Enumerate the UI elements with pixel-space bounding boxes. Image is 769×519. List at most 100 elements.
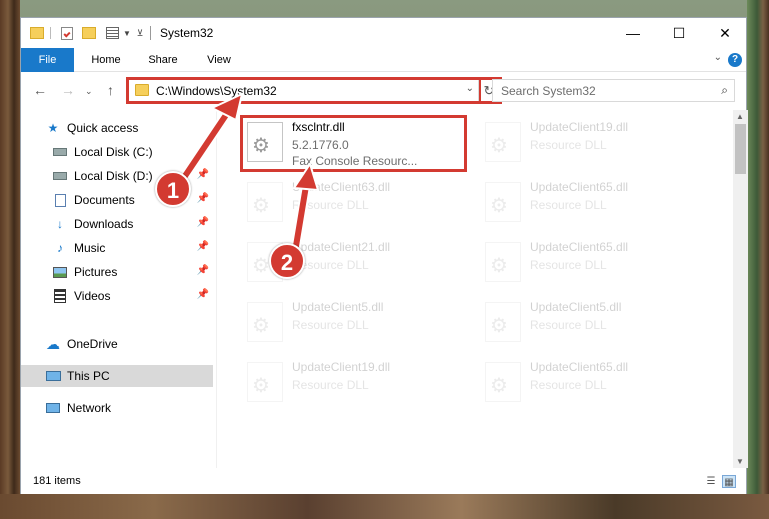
dll-file-icon: ⚙ xyxy=(247,182,283,222)
item-count: 181 items xyxy=(33,475,81,487)
view-options-icon[interactable] xyxy=(103,25,121,41)
search-icon[interactable]: ⌕ xyxy=(721,83,728,98)
scroll-up-icon[interactable]: ▲ xyxy=(736,112,744,121)
sidebar-item-this-pc[interactable]: This PC xyxy=(21,365,213,387)
file-item[interactable]: ⚙ UpdateClient5.dll Resource DLL xyxy=(481,294,701,350)
music-icon: ♪ xyxy=(57,241,63,255)
file-item[interactable]: ⚙ UpdateClient65.dll Resource DLL xyxy=(481,174,701,230)
sidebar-item-videos[interactable]: Videos 📌 xyxy=(21,285,213,307)
file-type: Resource DLL xyxy=(530,258,607,272)
dll-file-icon: ⚙ xyxy=(485,182,521,222)
minimize-button[interactable]: — xyxy=(610,18,656,48)
scrollbar-thumb[interactable] xyxy=(735,124,746,174)
file-type: Resource DLL xyxy=(292,378,369,392)
file-name: UpdateClient5.dll xyxy=(292,300,384,314)
tab-file[interactable]: File xyxy=(21,48,74,72)
pin-icon[interactable]: 📌 xyxy=(197,265,209,276)
sidebar-item-label: OneDrive xyxy=(67,337,118,351)
forward-arrow-icon[interactable]: → xyxy=(61,82,75,98)
pin-icon[interactable]: 📌 xyxy=(197,145,209,156)
file-type: Resource DLL xyxy=(292,318,369,332)
dll-file-icon: ⚙ xyxy=(485,302,521,342)
sidebar-item-label: Music xyxy=(74,241,106,255)
file-name: UpdateClient19.dll xyxy=(292,360,391,374)
file-highlight-box xyxy=(240,115,467,172)
file-name: UpdateClient5.dll xyxy=(530,300,622,314)
gear-icon: ⚙ xyxy=(252,315,270,337)
documents-icon xyxy=(52,192,68,208)
expand-ribbon-icon[interactable]: ⌄ xyxy=(714,52,722,63)
callout-number-2: 2 xyxy=(269,243,305,279)
qat-separator xyxy=(49,25,51,41)
drive-icon xyxy=(52,168,68,184)
tab-share[interactable]: Share xyxy=(137,48,189,72)
pin-icon[interactable]: 📌 xyxy=(197,241,209,252)
gear-icon: ⚙ xyxy=(490,255,508,277)
file-name: UpdateClient65.dll xyxy=(530,360,629,374)
sidebar-item-pictures[interactable]: Pictures 📌 xyxy=(21,261,213,283)
details-view-icon[interactable]: ☰ xyxy=(704,475,718,488)
sidebar-item-label: Network xyxy=(67,401,112,415)
scroll-down-icon[interactable]: ▼ xyxy=(736,457,744,466)
navigation-bar: ← → ⌄ ↑ C:\Windows\System32 ⌄ ↻ Search S… xyxy=(21,73,746,109)
file-item[interactable]: ⚙ UpdateClient5.dll Resource DLL xyxy=(243,294,463,350)
recent-locations-icon[interactable]: ⌄ xyxy=(85,86,93,97)
tab-home[interactable]: Home xyxy=(78,48,134,72)
file-name: UpdateClient19.dll xyxy=(530,120,629,134)
file-type: Resource DLL xyxy=(530,198,607,212)
file-type: Resource DLL xyxy=(530,318,607,332)
gear-icon: ⚙ xyxy=(490,195,508,217)
pin-icon[interactable]: 📌 xyxy=(197,289,209,300)
sidebar-item-network[interactable]: Network xyxy=(21,397,213,419)
file-item[interactable]: ⚙ UpdateClient63.dll Resource DLL xyxy=(243,174,463,230)
pin-icon[interactable]: 📌 xyxy=(197,217,209,228)
customize-qat-icon[interactable]: ⊻ xyxy=(135,25,145,41)
back-arrow-icon[interactable]: ← xyxy=(33,82,47,98)
close-button[interactable]: ✕ xyxy=(702,18,748,48)
gear-icon: ⚙ xyxy=(490,135,508,157)
sidebar-item-quick-access[interactable]: ★ Quick access xyxy=(21,117,213,139)
large-icons-view-icon[interactable]: ▦ xyxy=(722,475,736,488)
file-item[interactable]: ⚙ UpdateClient19.dll Resource DLL xyxy=(481,114,701,170)
explorer-window: ▼ ⊻ System32 — ☐ ✕ File Home Share View … xyxy=(20,17,748,494)
search-input[interactable]: Search System32 ⌕ xyxy=(492,79,735,102)
folder-icon[interactable] xyxy=(29,25,45,41)
file-type: Resource DLL xyxy=(530,138,607,152)
dll-file-icon: ⚙ xyxy=(485,122,521,162)
vertical-scrollbar[interactable]: ▲ ▼ xyxy=(733,110,748,468)
dll-file-icon: ⚙ xyxy=(247,362,283,402)
pin-icon[interactable]: 📌 xyxy=(197,169,209,180)
sidebar-item-local-disk-c[interactable]: Local Disk (C:) 📌 xyxy=(21,141,213,163)
up-arrow-icon[interactable]: ↑ xyxy=(107,82,114,98)
sidebar-item-label: Pictures xyxy=(74,265,118,279)
sidebar-item-music[interactable]: ♪ Music 📌 xyxy=(21,237,213,259)
file-item[interactable]: ⚙ UpdateClient65.dll Resource DLL xyxy=(481,234,701,290)
file-item[interactable]: ⚙ UpdateClient19.dll Resource DLL xyxy=(243,354,463,410)
sidebar-item-onedrive[interactable]: ☁ OneDrive xyxy=(21,333,213,355)
tab-view[interactable]: View xyxy=(193,48,245,72)
qat-dropdown-icon[interactable]: ▼ xyxy=(122,25,132,41)
cloud-icon: ☁ xyxy=(46,335,60,352)
pictures-icon xyxy=(52,264,68,280)
title-separator xyxy=(150,26,151,40)
sidebar-item-label: Videos xyxy=(74,289,111,303)
dll-file-icon: ⚙ xyxy=(247,302,283,342)
new-folder-icon[interactable] xyxy=(81,25,97,41)
gear-icon: ⚙ xyxy=(252,195,270,217)
videos-icon xyxy=(52,288,68,304)
drive-icon xyxy=(52,144,68,160)
pin-icon[interactable]: 📌 xyxy=(197,193,209,204)
help-icon[interactable]: ? xyxy=(728,53,742,67)
sidebar-item-downloads[interactable]: ↓ Downloads 📌 xyxy=(21,213,213,235)
desktop-background xyxy=(0,494,769,519)
maximize-button[interactable]: ☐ xyxy=(656,18,702,48)
monitor-icon xyxy=(45,368,61,384)
address-highlight-box xyxy=(126,77,482,104)
file-name: UpdateClient63.dll xyxy=(292,180,391,194)
sidebar-item-label: Downloads xyxy=(74,217,134,231)
window-title: System32 xyxy=(160,26,214,40)
gear-icon: ⚙ xyxy=(490,375,508,397)
title-bar: ▼ ⊻ System32 — ☐ ✕ xyxy=(21,18,746,48)
file-item[interactable]: ⚙ UpdateClient65.dll Resource DLL xyxy=(481,354,701,410)
properties-icon[interactable] xyxy=(59,25,75,41)
